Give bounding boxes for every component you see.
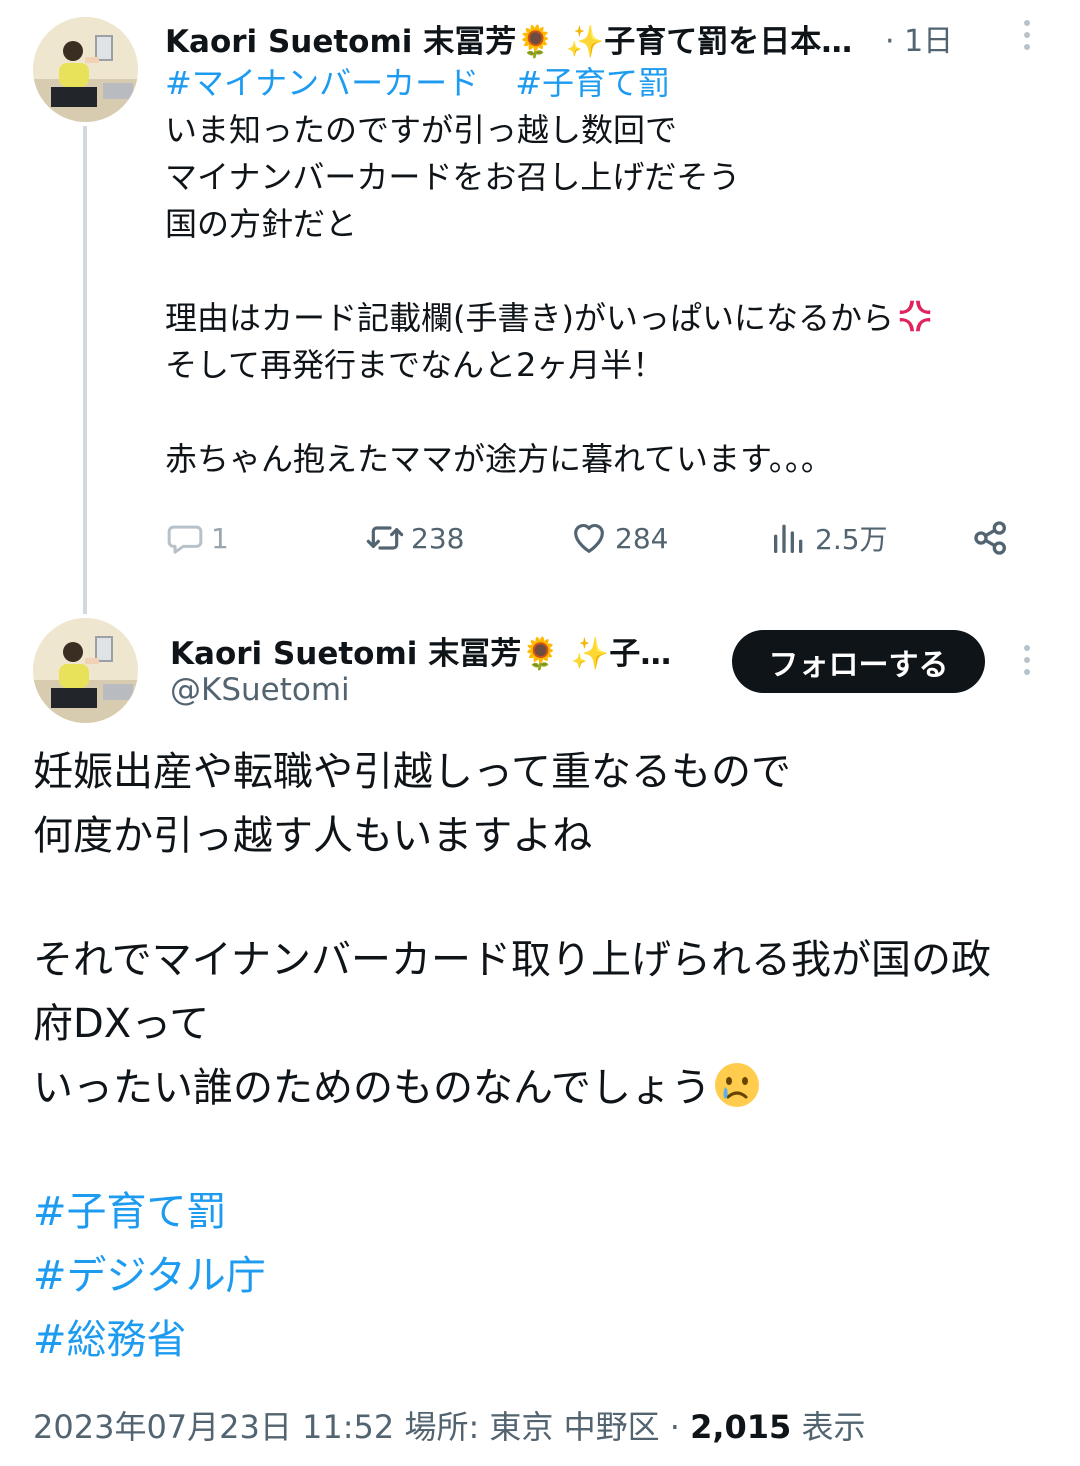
reply-button[interactable]: 1 (165, 510, 229, 566)
reply-icon (167, 525, 203, 554)
tweet-header: Kaori Suetomi 末冨芳🌻 ✨子育て罰を日本からなくそう✨ · 1日 (165, 16, 985, 60)
tweet-actions: 1 238 284 2.5万 (165, 510, 1025, 566)
more-icon[interactable] (1021, 645, 1033, 675)
avatar-photo (33, 17, 138, 122)
display-name[interactable]: Kaori Suetomi 末冨芳🌻 ✨子育て罰を日本からなくそう✨ (170, 628, 690, 673)
share-icon (974, 521, 1006, 555)
share-button[interactable] (971, 510, 1017, 566)
retweet-button[interactable]: 238 (365, 510, 464, 566)
views-count: 2.5万 (815, 523, 888, 556)
views-button[interactable]: 2.5万 (769, 510, 888, 566)
text-line: それでマイナンバーカード取り上げられる我が国の政 (33, 937, 991, 983)
avatar[interactable] (33, 618, 138, 723)
text-line: マイナンバーカードをお召し上げだそう (165, 158, 741, 196)
text-line: 理由はカード記載欄(手書き)がいっぱいになるから (165, 299, 894, 337)
like-icon (574, 523, 604, 553)
views-icon (774, 524, 803, 553)
text-line: いま知ったのですが引っ越し数回で (165, 111, 678, 149)
separator: · (659, 1408, 691, 1446)
text-line: いったい誰のためのものなんでしょう (33, 1065, 711, 1111)
tweet-text: 妊娠出産や転職や引越しって重なるもので 何度か引っ越す人もいますよね それでマイ… (33, 740, 1053, 1372)
reply-count: 1 (211, 521, 229, 555)
hashtag-row: #マイナンバーカード #子育て罰 (165, 60, 1035, 107)
hashtag-link[interactable]: #子育て罰 (33, 1180, 1053, 1244)
text-line: 何度か引っ越す人もいますよね (33, 813, 593, 859)
hashtag-link[interactable]: #デジタル庁 (33, 1244, 1053, 1308)
text-line-with-emoji: いったい誰のためのものなんでしょう (33, 1056, 1053, 1120)
avatar-photo (33, 618, 138, 723)
user-handle[interactable]: @KSuetomi (170, 672, 350, 708)
thread-connector (83, 126, 87, 614)
text-line: 府DXって (33, 1001, 210, 1047)
follow-button[interactable]: フォローする (732, 630, 985, 693)
hashtag-link[interactable]: #子育て罰 (515, 64, 670, 102)
more-icon[interactable] (1021, 20, 1033, 50)
hashtag-link[interactable]: #マイナンバーカード (165, 64, 479, 102)
text-line: 国の方針だと (165, 205, 358, 243)
view-count: 2,015 (690, 1408, 792, 1446)
text-line: そして再発行までなんと2ヶ月半！ (165, 346, 665, 384)
tweet-time[interactable]: · 1日 (885, 16, 953, 60)
retweet-count: 238 (411, 521, 465, 555)
like-button[interactable]: 284 (569, 510, 668, 566)
hashtag-link[interactable]: #総務省 (33, 1308, 1053, 1372)
anger-emoji-icon (899, 300, 931, 332)
text-line-with-emoji: 理由はカード記載欄(手書き)がいっぱいになるから (165, 295, 1035, 342)
display-name[interactable]: Kaori Suetomi 末冨芳🌻 ✨子育て罰を日本からなくそう✨ (165, 16, 877, 61)
avatar[interactable] (33, 17, 138, 122)
retweet-icon (366, 526, 404, 550)
crying-face-emoji-icon (715, 1063, 759, 1107)
tweet-metadata: 2023年07月23日 11:52 場所: 東京 中野区 · 2,015 表示 (33, 1402, 866, 1448)
like-count: 284 (615, 521, 669, 555)
view-count-label: 表示 (791, 1408, 866, 1446)
timestamp[interactable]: 2023年07月23日 11:52 場所: 東京 中野区 (33, 1408, 660, 1446)
text-line: 赤ちゃん抱えたママが途方に暮れています。。。 (165, 440, 833, 478)
text-line: 妊娠出産や転職や引越しって重なるもので (33, 749, 791, 795)
tweet-text: #マイナンバーカード #子育て罰 いま知ったのですが引っ越し数回で マイナンバーカ… (165, 60, 1035, 483)
